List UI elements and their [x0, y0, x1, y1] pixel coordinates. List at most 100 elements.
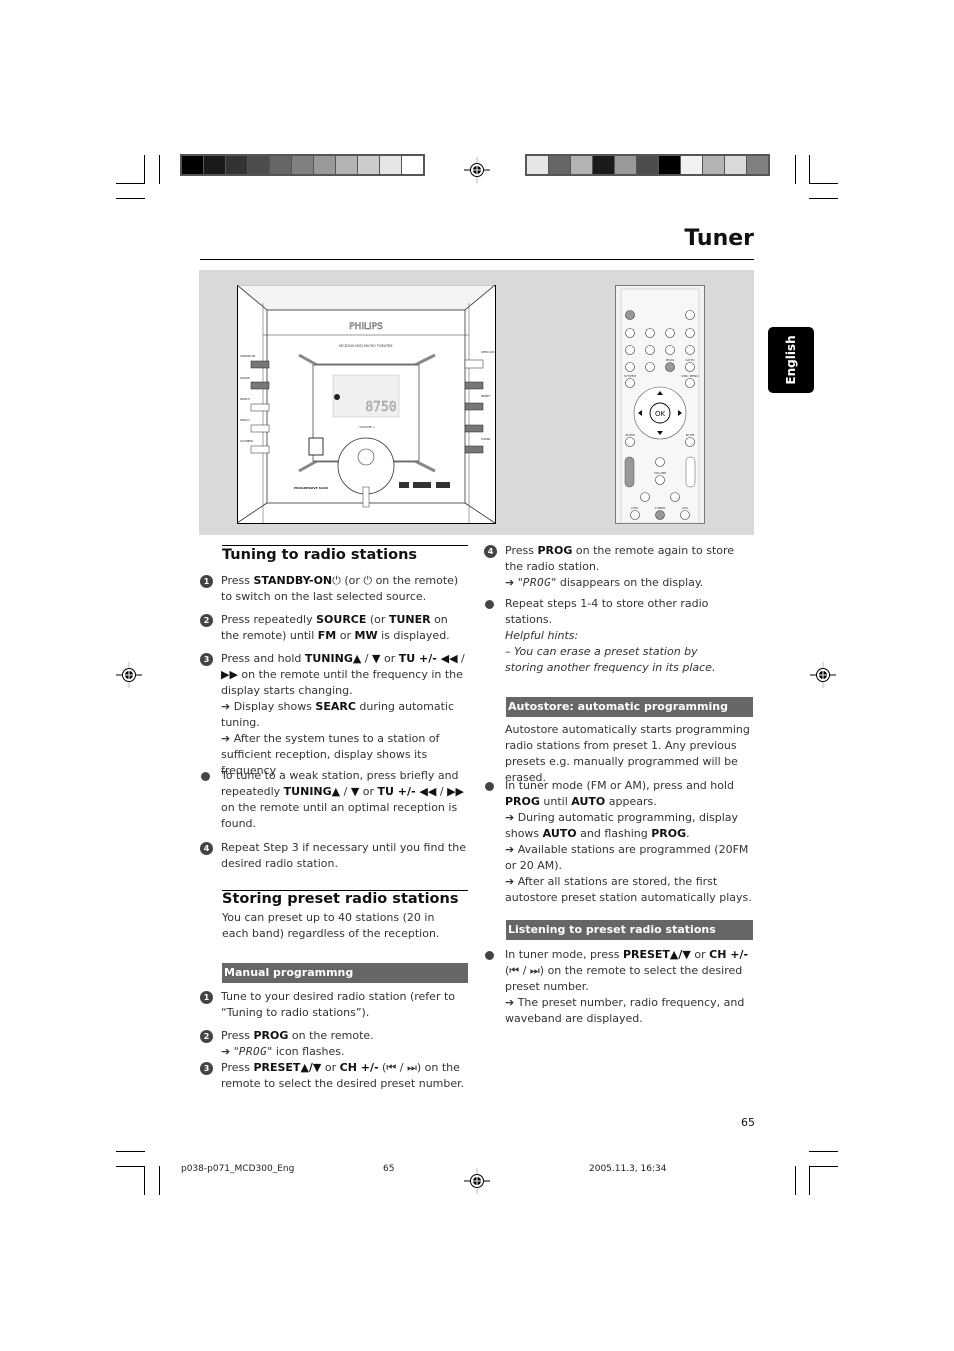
- color-swatch: [270, 156, 291, 174]
- manual-programming-band: Manual programmng: [222, 963, 468, 983]
- remote-number-key: [685, 345, 695, 355]
- remote-number-key: [685, 328, 695, 338]
- step-number-icon: 4: [200, 842, 213, 855]
- hints-text: – You can erase a preset station by stor…: [505, 645, 716, 674]
- step-text: Tune to your desired radio station (refe…: [221, 990, 456, 1019]
- remote-goto-button: [685, 362, 695, 372]
- unit-label-open-close: OPEN CLOSE: [481, 351, 497, 354]
- unit-volume-label: – VOLUME +: [357, 425, 376, 429]
- tuning-heading: Tuning to radio stations: [222, 547, 418, 563]
- remote-disc-menu-button: [685, 378, 695, 388]
- unit-label-search: SEARCH: [240, 398, 250, 401]
- step-text: Press PRESET▲/▼ or CH +/- (⏮ / ⏭) on the…: [221, 1061, 465, 1090]
- storing-heading: Storing preset radio stations: [222, 891, 459, 907]
- color-swatch: [571, 156, 592, 174]
- color-swatch: [703, 156, 724, 174]
- bullet-icon: [201, 772, 210, 781]
- main-unit-illustration: PHILIPS MCD300 DVD MICRO THEATRE 8750 – …: [237, 285, 497, 524]
- remote-disc-button: [630, 510, 640, 520]
- remote-number-key: [645, 362, 655, 372]
- color-swatch: [527, 156, 548, 174]
- unit-label-preset: PRESET: [481, 395, 491, 398]
- remote-mute-button: [685, 437, 695, 447]
- autostore-band: Autostore: automatic programming: [506, 697, 753, 717]
- color-calibration-bar-right: [525, 154, 770, 176]
- step-number-icon: 1: [200, 991, 213, 1004]
- section-divider: [222, 545, 468, 546]
- unit-label-source: SOURCE: [240, 377, 250, 380]
- language-tab: English: [768, 327, 814, 393]
- autostore-intro: Autostore automatically starts programmi…: [505, 723, 750, 784]
- footer-timestamp: 2005.11.3, 16:34: [589, 1164, 667, 1174]
- color-swatch: [549, 156, 570, 174]
- unit-lcd-digits: 8750: [365, 400, 396, 415]
- remote-volume-down-button-label: VOLUME: [654, 471, 667, 475]
- remote-zoom-button-label: ZOOM: [625, 433, 635, 437]
- step-text: Press PROG on the remote. ➔ "PROG" icon f…: [221, 1029, 374, 1058]
- color-swatch: [182, 156, 203, 174]
- step-text: Press PROG on the remote again to store …: [505, 544, 735, 589]
- color-swatch: [615, 156, 636, 174]
- color-swatch: [747, 156, 768, 174]
- remote-number-key: [625, 362, 635, 372]
- page-title: Tuner: [684, 226, 754, 251]
- registration-mark-icon: [810, 662, 836, 688]
- remote-tuner-button: [655, 510, 665, 520]
- figure-panel: PHILIPS MCD300 DVD MICRO THEATRE 8750 – …: [199, 270, 754, 535]
- storing-intro: You can preset up to 40 stations (20 in …: [222, 911, 440, 940]
- remote-mute-button-label: MUTE: [686, 433, 695, 437]
- remote-disc-menu-button-label: DISC MENU: [681, 374, 698, 378]
- bullet-icon: [485, 951, 494, 960]
- color-swatch: [314, 156, 335, 174]
- unit-label-display: DISPLAY: [240, 419, 250, 422]
- remote-tuner-button-label: TUNER: [654, 506, 665, 510]
- step-text: Press STANDBY-ON⏻ (or ⏻ on the remote) t…: [221, 574, 459, 603]
- step-number-icon: 1: [200, 575, 213, 588]
- remote-eject-button: [685, 310, 695, 320]
- remote-number-key: [645, 328, 655, 338]
- color-swatch: [681, 156, 702, 174]
- step-number-icon: 3: [200, 653, 213, 666]
- registration-mark-icon: [116, 662, 142, 688]
- remote-volume-down-button: [655, 475, 665, 485]
- color-swatch: [637, 156, 658, 174]
- remote-control-illustration: PROG GOTO SYSTEM DISC MENU ZOOM MUTE VOLUME DIS…: [615, 285, 705, 524]
- step-number-icon: 4: [484, 545, 497, 558]
- registration-mark-icon: [464, 1168, 490, 1194]
- remote-system-button: [625, 378, 635, 388]
- hints-title: Helpful hints:: [505, 629, 579, 642]
- page-number: 65: [741, 1116, 755, 1129]
- unit-source-button: [250, 381, 270, 390]
- color-swatch: [659, 156, 680, 174]
- remote-disc-button-label: DISC: [631, 506, 638, 510]
- color-swatch: [593, 156, 614, 174]
- step-number-icon: 3: [200, 1062, 213, 1075]
- bullet-icon: [485, 600, 494, 609]
- color-swatch: [292, 156, 313, 174]
- footer-file-name: p038-p071_MCD300_Eng: [181, 1164, 295, 1174]
- unit-model-label: MCD300 DVD MICRO THEATRE: [339, 344, 392, 348]
- title-divider: [200, 259, 754, 260]
- remote-number-key: [625, 328, 635, 338]
- remote-prog-button-label: PROG: [666, 358, 675, 362]
- listening-band: Listening to preset radio stations: [506, 920, 753, 940]
- color-calibration-bar-left: [180, 154, 425, 176]
- unit-label-tuning: TUNING: [481, 438, 490, 441]
- step-text: In tuner mode (FM or AM), press and hold…: [505, 779, 752, 904]
- step-text: To tune to a weak station, press briefly…: [221, 769, 464, 830]
- footer-file-page: 65: [383, 1164, 395, 1174]
- language-tab-label: English: [784, 335, 798, 385]
- step-text: Repeat Step 3 if necessary until you fin…: [221, 841, 466, 870]
- unit-progressive-label: PROGRESSIVE SCAN: [294, 486, 328, 490]
- color-swatch: [402, 156, 423, 174]
- remote-goto-button-label: GOTO: [686, 358, 696, 362]
- color-swatch: [358, 156, 379, 174]
- remote-number-key: [645, 345, 655, 355]
- remote-ok-label: OK: [655, 410, 666, 418]
- registration-mark-icon: [464, 157, 490, 183]
- step-text: In tuner mode, press PRESET▲/▼ or CH +/-…: [505, 948, 749, 1025]
- remote-play-pause-button: [640, 492, 650, 502]
- remote-number-key: [665, 328, 675, 338]
- step-text: Press repeatedly SOURCE (or TUNER on the…: [221, 613, 450, 642]
- color-swatch: [248, 156, 269, 174]
